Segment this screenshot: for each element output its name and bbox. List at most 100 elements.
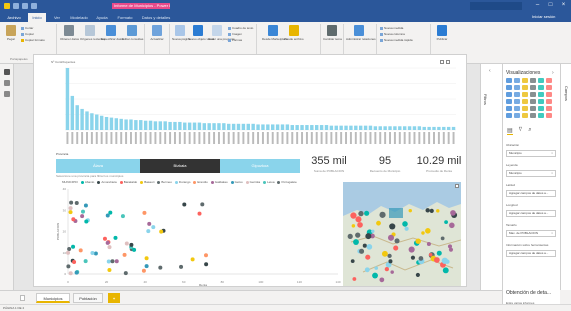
switch-theme-button[interactable]: Cambiar tema — [323, 25, 342, 41]
bar[interactable] — [271, 124, 275, 130]
new-page-button[interactable]: Nueva página — [172, 25, 191, 41]
new-visual-button[interactable]: Nuevo objeto visual — [188, 25, 214, 41]
visual-type-icon[interactable] — [522, 78, 528, 83]
scatter-point[interactable] — [106, 259, 111, 264]
bar[interactable] — [373, 126, 378, 130]
bar[interactable] — [90, 113, 94, 130]
visual-type-icon[interactable] — [530, 113, 536, 118]
bar[interactable] — [280, 124, 285, 130]
cut-button[interactable]: Cortar — [21, 26, 33, 30]
visual-type-icon[interactable] — [538, 99, 544, 104]
map-bubble[interactable] — [436, 209, 440, 213]
visual-type-icon[interactable] — [514, 99, 520, 104]
legend-item[interactable]: Gernika — [245, 180, 260, 184]
map-bubble[interactable] — [425, 208, 430, 213]
scatter-point[interactable] — [69, 200, 74, 205]
scatter-point[interactable] — [129, 242, 134, 247]
bar[interactable] — [451, 126, 456, 130]
bar[interactable] — [187, 122, 192, 130]
bar[interactable] — [246, 123, 250, 130]
well-field-size[interactable]: Max. de POBLACION × — [506, 230, 556, 237]
bar[interactable] — [158, 121, 163, 130]
kpi-card-renta[interactable]: 10.29 mil Promedio de Renta — [412, 155, 466, 173]
map-bubble[interactable] — [389, 223, 396, 230]
scatter-point[interactable] — [123, 271, 128, 276]
bar[interactable] — [231, 123, 236, 130]
ask-question-button[interactable]: Hacer una pregunta — [208, 25, 235, 41]
scatter-point[interactable] — [108, 210, 113, 215]
tab-view[interactable]: Ver — [50, 13, 64, 22]
focus-mode-icon[interactable] — [440, 60, 444, 64]
bar[interactable] — [251, 123, 255, 130]
save-icon[interactable] — [13, 3, 19, 9]
scatter-point[interactable] — [80, 214, 85, 219]
scatter-point[interactable] — [200, 202, 205, 207]
bar[interactable] — [148, 120, 153, 130]
visual-type-icon[interactable] — [530, 92, 536, 97]
scatter-point[interactable] — [102, 236, 107, 241]
format-roller-icon[interactable]: ⍢ — [519, 127, 523, 135]
bar[interactable] — [114, 118, 119, 130]
visual-type-icon[interactable] — [538, 106, 544, 111]
map-bubble[interactable] — [347, 233, 353, 239]
map-bubble[interactable] — [441, 257, 448, 264]
map-bubble[interactable] — [353, 239, 359, 245]
page-tab-poblacion[interactable]: Población — [73, 293, 103, 303]
shapes-button[interactable]: Formas — [228, 38, 242, 42]
map-bubble[interactable] — [410, 255, 416, 260]
visual-type-icon[interactable] — [522, 106, 528, 111]
well-field-longitude[interactable]: Agregar campos de datos a... — [506, 210, 556, 217]
bar[interactable] — [217, 123, 221, 130]
scatter-point[interactable] — [203, 253, 208, 258]
legend-item[interactable]: Basauri — [140, 180, 154, 184]
visual-type-icon[interactable] — [506, 78, 512, 83]
new-column-button[interactable]: Nueva columna — [380, 32, 405, 36]
bar[interactable] — [358, 125, 363, 130]
scatter-point[interactable] — [159, 229, 164, 234]
bar[interactable] — [344, 125, 348, 130]
more-options-icon[interactable] — [446, 60, 450, 64]
bar[interactable] — [354, 125, 358, 130]
scatter-point[interactable] — [68, 210, 73, 215]
format-painter-button[interactable]: Copiar formato — [21, 38, 45, 42]
visual-type-icon[interactable] — [514, 92, 520, 97]
scatter-point[interactable] — [113, 235, 118, 240]
map-bubble[interactable] — [450, 210, 456, 216]
visual-type-icon[interactable] — [506, 113, 512, 118]
image-button[interactable]: Imagen — [228, 32, 242, 36]
bar[interactable] — [163, 121, 167, 130]
bar[interactable] — [334, 125, 338, 130]
report-view-icon[interactable] — [4, 69, 10, 75]
map-bubble[interactable] — [372, 272, 378, 279]
bar[interactable] — [119, 118, 123, 130]
scatter-point[interactable] — [74, 270, 79, 275]
map-bubble[interactable] — [388, 259, 393, 264]
scatter-chart[interactable]: MUNICIPIO Abanto Amorebieta Barakaldo Basau… — [56, 180, 342, 286]
map-bubble[interactable] — [426, 241, 431, 246]
bar[interactable] — [192, 122, 197, 130]
relationships-view-icon[interactable] — [4, 91, 10, 97]
map-bubble[interactable] — [379, 211, 386, 218]
bar[interactable] — [324, 125, 329, 130]
redo-icon[interactable] — [31, 3, 37, 9]
text-box-button[interactable]: Cuadro de texto — [228, 26, 253, 30]
map-bubble[interactable] — [381, 250, 388, 257]
scatter-point[interactable] — [68, 206, 73, 211]
visual-type-icon[interactable] — [530, 85, 536, 90]
kpi-card-municipios[interactable]: 95 Recuento de Municipio — [362, 155, 408, 173]
bar[interactable] — [339, 125, 343, 130]
scatter-point[interactable] — [84, 219, 89, 224]
new-measure-button[interactable]: Nueva medida — [380, 26, 403, 30]
map-bubble[interactable] — [404, 226, 409, 231]
kpi-card-poblacion[interactable]: 355 mil Suma de POBLACION — [306, 155, 352, 173]
scatter-point[interactable] — [93, 251, 98, 256]
refresh-button[interactable]: Actualizar — [148, 25, 166, 41]
map-bubble[interactable] — [357, 222, 363, 228]
bar[interactable] — [256, 124, 260, 130]
scatter-point[interactable] — [81, 209, 86, 214]
bar[interactable] — [85, 111, 89, 130]
tab-data-details[interactable]: Datos y detalles — [140, 13, 172, 22]
visual-type-icon[interactable] — [522, 85, 528, 90]
scatter-point[interactable] — [74, 200, 79, 205]
bar[interactable] — [437, 126, 441, 130]
